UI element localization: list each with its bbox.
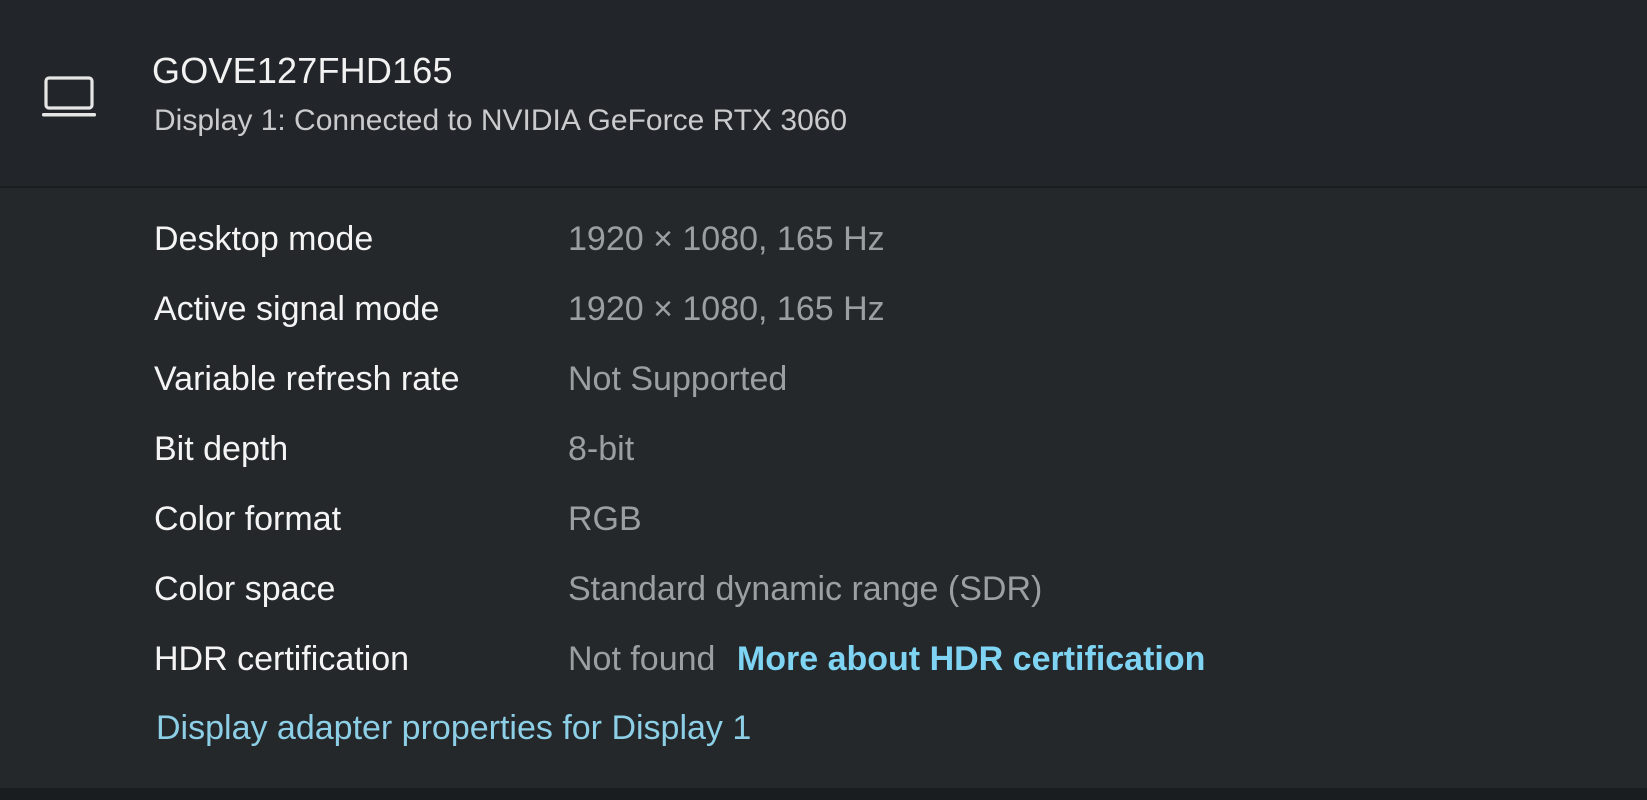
info-label: Color space — [154, 570, 336, 608]
laptop-monitor-icon — [42, 76, 96, 117]
info-value: Standard dynamic range (SDR) — [568, 570, 1043, 608]
info-label: HDR certification — [154, 640, 410, 678]
hdr-certification-link[interactable]: More about HDR certification — [737, 640, 1205, 678]
info-row-bit-depth: Bit depth 8-bit — [0, 420, 1647, 490]
display-adapter-properties-link[interactable]: Display adapter properties for Display 1 — [156, 709, 751, 748]
info-value-container: Not found More about HDR certification — [568, 640, 1205, 679]
info-value: Not found — [568, 640, 716, 678]
info-row-color-space: Color space Standard dynamic range (SDR) — [0, 560, 1647, 630]
info-label: Bit depth — [154, 430, 289, 468]
info-label: Desktop mode — [154, 220, 374, 258]
info-label: Color format — [154, 500, 342, 538]
info-row-variable-refresh-rate: Variable refresh rate Not Supported — [0, 350, 1647, 420]
info-value: RGB — [568, 500, 642, 538]
display-connection-subtitle: Display 1: Connected to NVIDIA GeForce R… — [154, 104, 848, 137]
advanced-display-panel: GOVE127FHD165 Display 1: Connected to NV… — [0, 0, 1647, 788]
info-row-color-format: Color format RGB — [0, 490, 1647, 560]
info-value: Not Supported — [568, 360, 788, 398]
display-name: GOVE127FHD165 — [152, 50, 453, 91]
display-info-list: Desktop mode 1920 × 1080, 165 Hz Active … — [0, 210, 1647, 700]
info-value: 1920 × 1080, 165 Hz — [568, 290, 885, 328]
info-label: Variable refresh rate — [154, 360, 460, 398]
info-label: Active signal mode — [154, 290, 440, 328]
info-value: 8-bit — [568, 430, 635, 468]
info-row-hdr-certification: HDR certification Not found More about H… — [0, 630, 1647, 700]
display-header: GOVE127FHD165 Display 1: Connected to NV… — [0, 0, 1647, 188]
info-row-desktop-mode: Desktop mode 1920 × 1080, 165 Hz — [0, 210, 1647, 280]
info-row-active-signal-mode: Active signal mode 1920 × 1080, 165 Hz — [0, 280, 1647, 350]
panel-bottom-divider — [0, 788, 1647, 800]
info-value: 1920 × 1080, 165 Hz — [568, 220, 885, 258]
